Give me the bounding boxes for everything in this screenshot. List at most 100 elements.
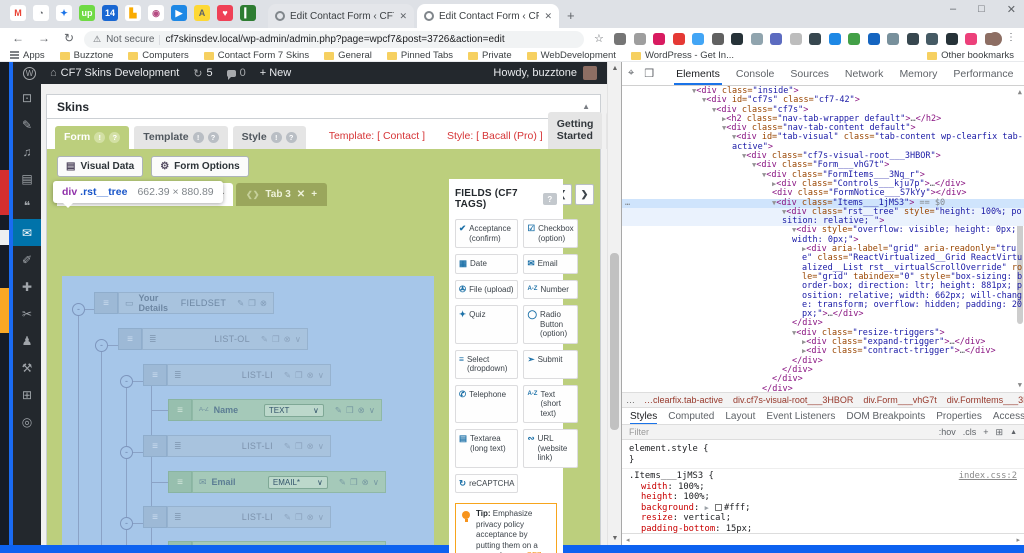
delete-icon[interactable]: ⊗ [260, 298, 267, 309]
extension-icon[interactable] [887, 33, 899, 45]
a-app-favicon[interactable]: A [194, 5, 210, 21]
new-rule-button[interactable]: + [983, 427, 988, 437]
duplicate-icon[interactable]: ❐ [272, 334, 280, 345]
field-button-telephone[interactable]: ✆ Telephone [455, 384, 519, 423]
tab-close-icon[interactable]: ✕ [399, 11, 407, 22]
dom-line[interactable]: ▼<div class="rst__tree" style="height: 1… [622, 207, 1024, 227]
form-options-button[interactable]: ⚙ Form Options [151, 156, 249, 177]
node-type-select[interactable]: EMAIL* ∨ [267, 475, 328, 489]
chevron-down-icon[interactable]: ∨ [318, 512, 324, 523]
tree-node[interactable]: ≡✆PhoneTEL∨✎❐⊗∨ [168, 541, 386, 545]
styles-tab-layout[interactable]: Layout [725, 408, 755, 424]
trello-favicon[interactable]: ▎ [240, 5, 256, 21]
sidebar-item-comments[interactable]: ❝ [13, 192, 41, 219]
css-property[interactable]: padding-bottom: 15px; [629, 524, 1017, 534]
dom-line[interactable]: ▼<div id="tab-visual" class="tab-content… [622, 133, 1024, 152]
profile-avatar[interactable] [988, 32, 1002, 46]
extension-icon[interactable] [750, 33, 763, 45]
back-button[interactable]: ← [12, 31, 24, 45]
blue-app-favicon[interactable]: ▶ [171, 5, 187, 21]
drag-handle-icon[interactable]: ≡ [168, 541, 192, 545]
field-button-radio-button-option-[interactable]: ◯ Radio Button (option) [523, 305, 578, 344]
devtools-tab-sources[interactable]: Sources [788, 63, 831, 85]
extension-icon[interactable] [828, 33, 841, 45]
new-content-button[interactable]: + New [260, 67, 292, 79]
browser-tab-active[interactable]: Edit Contact Form ‹ CF7 Skins De ✕ [417, 4, 559, 28]
extension-icon[interactable] [848, 33, 860, 45]
tree-node[interactable]: ≡ ✉ Email EMAIL* ∨ ✎ ❐ ⊗ ∨ [168, 471, 386, 493]
collapse-node-button[interactable]: - [72, 303, 85, 316]
site-name[interactable]: ⌂ CF7 Skins Development [50, 67, 179, 79]
delete-icon[interactable]: ⊗ [307, 512, 314, 523]
tree-node[interactable]: ≡ ≣ LIST-LI ✎ ❐ ⊗ ∨ [143, 364, 331, 386]
drag-handle-icon[interactable]: ≡ [143, 435, 167, 457]
bookmark-item[interactable]: General [324, 50, 372, 61]
sidebar-item-video[interactable]: ◎ [13, 408, 41, 435]
expand-arrow-icon[interactable]: ▶ [705, 504, 713, 512]
browser-menu-icon[interactable]: ⋮ [1006, 32, 1016, 43]
extension-icon[interactable] [809, 33, 821, 45]
sidebar-item-posts[interactable]: ✎ [13, 111, 41, 138]
extension-icon[interactable] [945, 33, 958, 45]
drop-favicon[interactable]: ✦ [56, 5, 72, 21]
analytics-favicon[interactable]: ▙ [125, 5, 141, 21]
tab-template[interactable]: Template!? [134, 126, 228, 149]
add-tab-icon[interactable]: + [311, 189, 317, 200]
alert-badge[interactable]: ! [94, 131, 106, 143]
dom-line[interactable]: </div> [622, 365, 1024, 375]
calendar-favicon[interactable]: 14 [102, 5, 118, 21]
css-property[interactable]: height: 100%; [629, 492, 1017, 503]
devtools-tab-performance[interactable]: Performance [951, 63, 1015, 85]
extension-icon[interactable] [633, 33, 646, 45]
breadcrumb-item[interactable]: …clearfix.tab-active [639, 393, 728, 407]
upwork-favicon[interactable]: up [79, 5, 95, 21]
field-button-recaptcha[interactable]: ↻ reCAPTCHA [455, 473, 519, 493]
cls-toggle[interactable]: .cls [963, 427, 977, 437]
node-type-select[interactable]: TEXT ∨ [263, 403, 324, 417]
other-bookmarks[interactable]: Other bookmarks [927, 50, 1014, 61]
compass-favicon[interactable]: ◔ [33, 5, 49, 21]
delete-icon[interactable]: ⊗ [284, 334, 291, 345]
edit-icon[interactable]: ✎ [261, 334, 268, 345]
breadcrumb-item[interactable]: div.Form___vhG7t [858, 393, 941, 407]
field-button-url-website-link-[interactable]: ∾ URL (website link) [523, 429, 578, 468]
dom-line[interactable]: </div> [622, 375, 1024, 384]
chevron-down-icon[interactable]: ∨ [318, 441, 324, 452]
duplicate-icon[interactable]: ❐ [346, 405, 354, 416]
extension-icon[interactable] [692, 33, 704, 45]
scroll-down-arrow[interactable]: ▼ [608, 535, 622, 542]
dom-line[interactable]: ▶<div aria-label="grid" aria-readonly="t… [622, 244, 1024, 319]
scroll-up-arrow[interactable]: ▲ [608, 65, 622, 72]
styles-tab-styles[interactable]: Styles [630, 408, 657, 424]
styles-tab-accessibility[interactable]: Accessibility [993, 408, 1024, 424]
sidebar-item-appearance[interactable]: ✐ [13, 246, 41, 273]
edit-icon[interactable]: ✎ [335, 405, 342, 416]
duplicate-icon[interactable]: ❐ [295, 512, 303, 523]
collapse-node-button[interactable]: - [120, 446, 133, 459]
edit-icon[interactable]: ✎ [237, 298, 244, 309]
breadcrumb-item[interactable]: div.FormItems___3Nq_r [942, 393, 1024, 407]
extension-icon[interactable] [653, 33, 665, 45]
dom-line[interactable]: </div> [622, 356, 1024, 366]
collapse-icon[interactable]: ▲ [582, 102, 590, 111]
drag-handle-icon[interactable]: ≡ [143, 364, 167, 386]
duplicate-icon[interactable]: ❐ [350, 477, 358, 488]
help-badge[interactable]: ? [542, 193, 557, 205]
alert-badge[interactable]: ! [270, 131, 282, 143]
editor-tab-3[interactable]: ❮❯ Tab 3 ✕ + [236, 183, 328, 206]
color-wheel-favicon[interactable]: ◉ [148, 5, 164, 21]
forward-button[interactable]: → [38, 31, 50, 45]
extension-icon[interactable] [926, 33, 938, 45]
extension-icon[interactable] [731, 33, 743, 45]
bookmark-item[interactable]: WebDevelopment [526, 50, 616, 61]
devtools-tab-memory[interactable]: Memory [897, 63, 939, 85]
pocket-favicon[interactable]: ♥ [217, 5, 233, 21]
drag-handle-icon[interactable]: ≡ [94, 292, 118, 314]
security-label[interactable]: Not secure [106, 34, 154, 45]
duplicate-icon[interactable]: ❐ [295, 370, 303, 381]
updates-item[interactable]: ↻ 5 [193, 67, 212, 80]
bookmark-item[interactable]: Computers [128, 50, 189, 61]
delete-icon[interactable]: ⊗ [307, 441, 314, 452]
css-property[interactable]: width: 100%; [629, 482, 1017, 493]
collapse-node-button[interactable]: - [95, 339, 108, 352]
